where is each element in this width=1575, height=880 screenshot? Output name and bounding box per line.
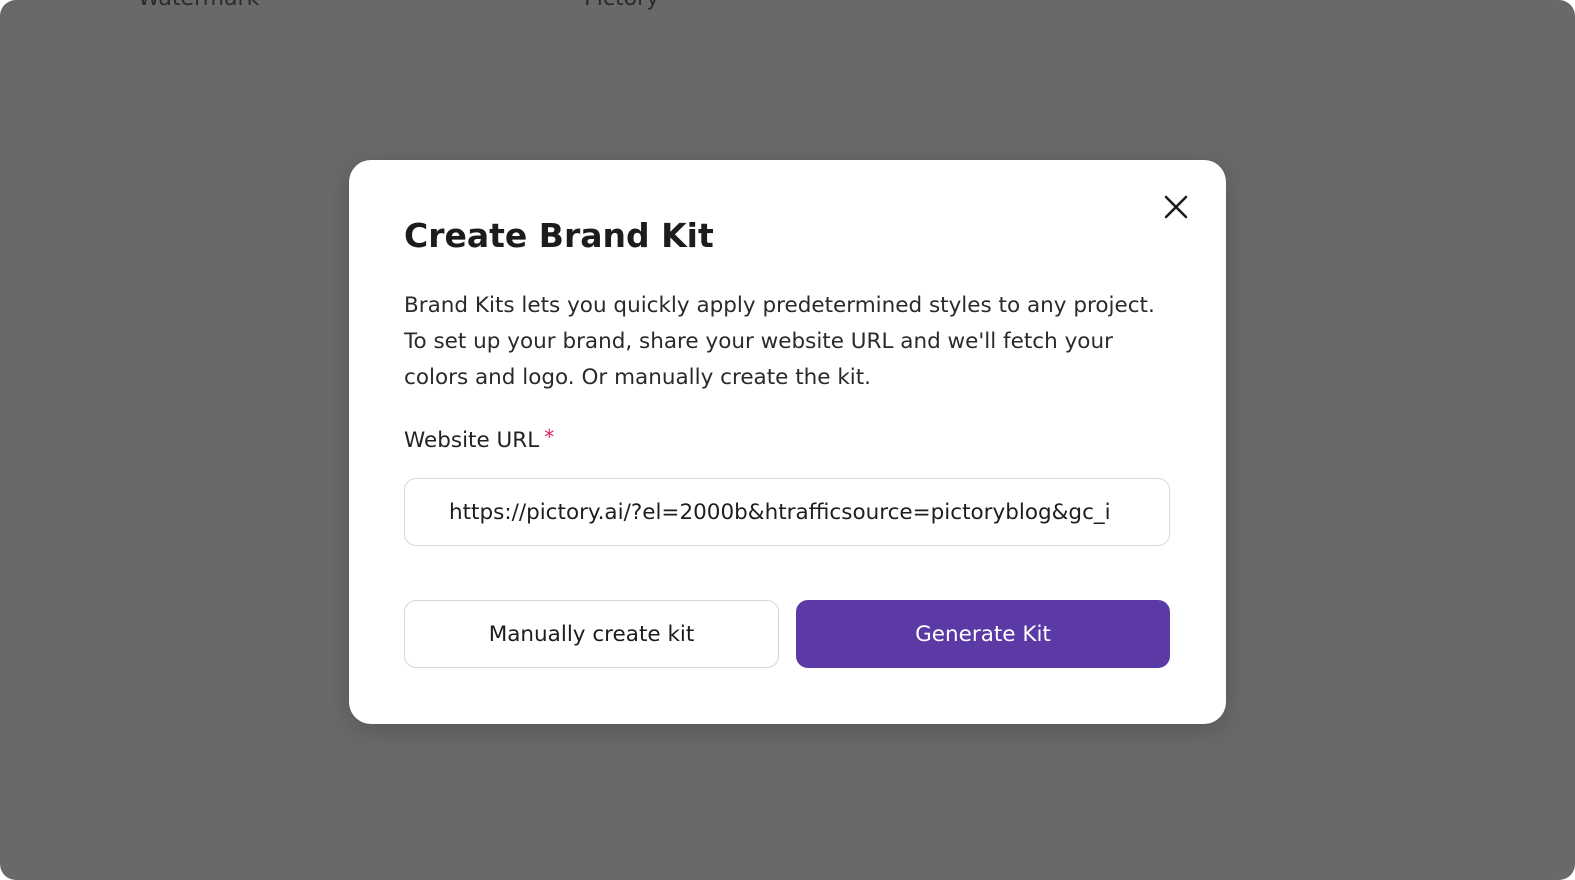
close-icon <box>1164 195 1188 219</box>
website-url-label-text: Website URL <box>404 428 540 453</box>
required-asterisk: * <box>544 425 555 449</box>
background-label-watermark: Watermark <box>138 0 259 11</box>
generate-kit-button[interactable]: Generate Kit <box>796 600 1170 668</box>
website-url-input[interactable] <box>404 478 1170 546</box>
manually-create-kit-button[interactable]: Manually create kit <box>404 600 779 668</box>
create-brand-kit-dialog: Create Brand Kit Brand Kits lets you qui… <box>349 160 1226 724</box>
background-label-pictory: Pictory <box>584 0 659 11</box>
dialog-description: Brand Kits lets you quickly apply predet… <box>404 293 1155 390</box>
modal-backdrop[interactable]: Watermark Pictory Create Brand Kit Brand… <box>0 0 1575 880</box>
dialog-title: Create Brand Kit <box>404 216 714 255</box>
close-button[interactable] <box>1161 192 1191 222</box>
website-url-label: Website URL * <box>404 425 555 453</box>
